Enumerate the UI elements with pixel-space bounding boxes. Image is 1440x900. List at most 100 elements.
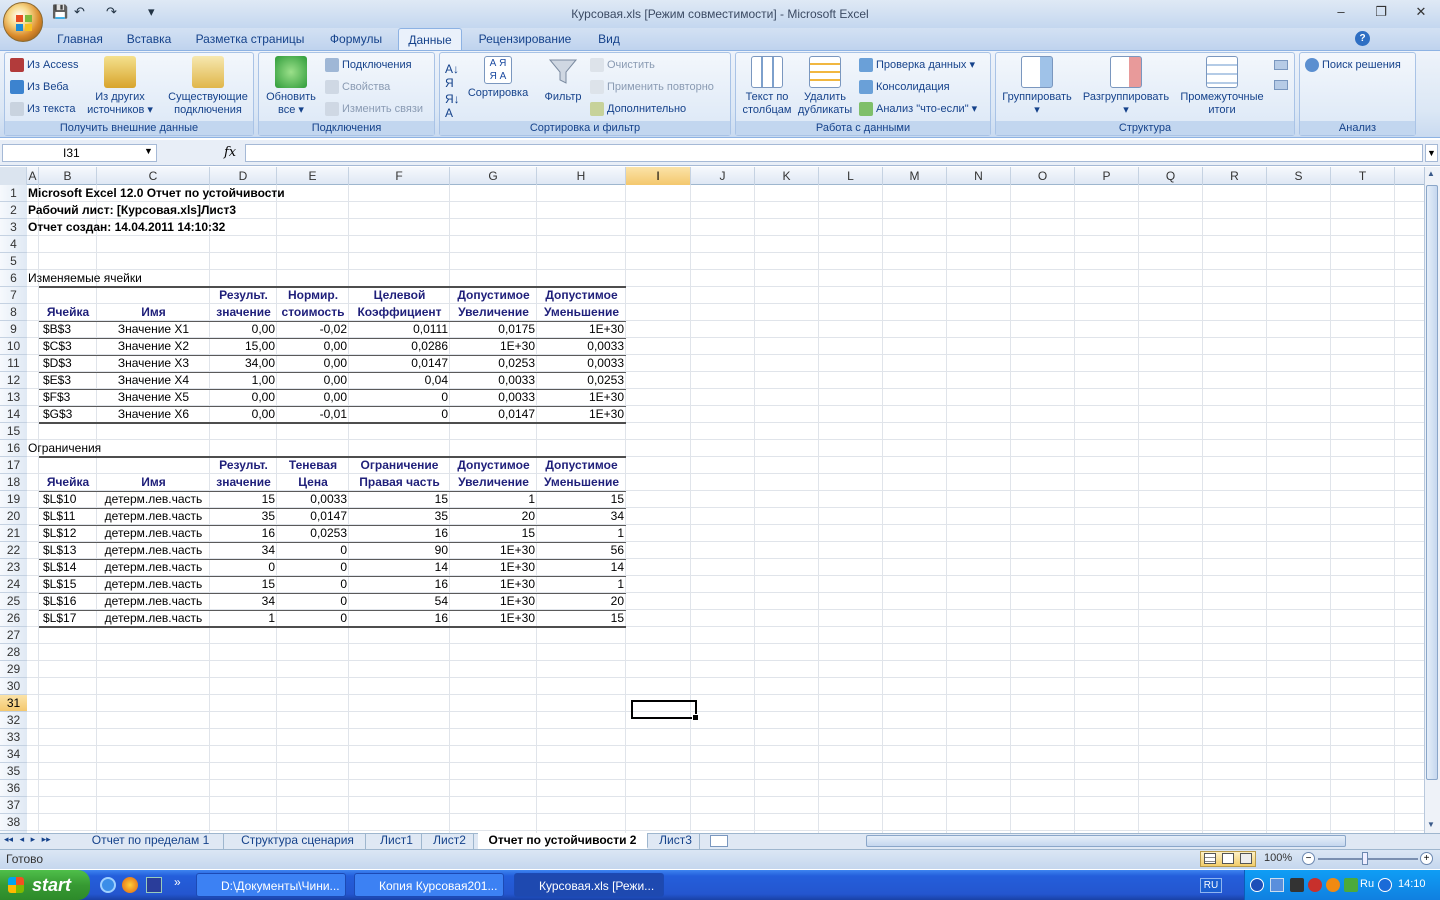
column-title[interactable]: Ячейка xyxy=(41,474,95,491)
table-cell[interactable]: 15 xyxy=(212,491,275,508)
start-button[interactable]: start xyxy=(0,870,90,900)
column-title[interactable]: Увеличение xyxy=(452,474,535,491)
report-title[interactable]: Microsoft Excel 12.0 Отчет по устойчивос… xyxy=(28,185,428,202)
table-cell[interactable]: $L$12 xyxy=(43,525,97,542)
table-cell[interactable]: 20 xyxy=(452,508,535,525)
next-sheet-icon[interactable]: ▸ xyxy=(31,834,36,844)
column-title[interactable]: Целевой xyxy=(351,287,448,304)
sheet-tab[interactable]: Лист2 xyxy=(426,833,474,849)
row-header[interactable]: 4 xyxy=(0,236,27,253)
table-cell[interactable]: 1E+30 xyxy=(452,610,535,627)
row-header[interactable]: 5 xyxy=(0,253,27,270)
office-button[interactable] xyxy=(3,2,43,42)
tab-insert[interactable]: Вставка xyxy=(118,28,180,50)
table-cell[interactable]: 0,0111 xyxy=(351,321,448,338)
consolidate-button[interactable]: Консолидация xyxy=(859,80,950,94)
column-header[interactable]: G xyxy=(450,167,537,185)
table-cell[interactable]: детерм.лев.часть xyxy=(99,508,208,525)
column-title[interactable]: Коэффициент xyxy=(351,304,448,321)
table-cell[interactable]: 15 xyxy=(539,610,624,627)
row-header[interactable]: 24 xyxy=(0,576,27,593)
row-header[interactable]: 36 xyxy=(0,780,27,797)
column-header[interactable]: A xyxy=(27,167,39,185)
ie-icon[interactable] xyxy=(100,877,116,893)
table-cell[interactable]: Значение X2 xyxy=(99,338,208,355)
subtotal-button[interactable]: Промежуточные итоги xyxy=(1176,56,1268,117)
table-cell[interactable]: 0,00 xyxy=(212,406,275,423)
row-header[interactable]: 18 xyxy=(0,474,27,491)
table-cell[interactable]: 0 xyxy=(279,593,347,610)
table-cell[interactable]: 15 xyxy=(351,491,448,508)
remove-duplicates-button[interactable]: Удалить дубликаты xyxy=(796,56,854,117)
column-title[interactable] xyxy=(99,457,208,474)
table-cell[interactable]: 1E+30 xyxy=(452,593,535,610)
table-cell[interactable]: 16 xyxy=(351,576,448,593)
table-cell[interactable]: 34 xyxy=(539,508,624,525)
table-cell[interactable]: 1E+30 xyxy=(452,542,535,559)
properties-button[interactable]: Свойства xyxy=(325,80,390,94)
table-cell[interactable]: $D$3 xyxy=(43,355,97,372)
column-title[interactable]: стоимость xyxy=(279,304,347,321)
table-cell[interactable]: 0 xyxy=(279,559,347,576)
column-title[interactable]: Уменьшение xyxy=(539,474,624,491)
app-icon[interactable] xyxy=(146,877,162,893)
row-header[interactable]: 23 xyxy=(0,559,27,576)
table-cell[interactable]: детерм.лев.часть xyxy=(99,525,208,542)
taskbar-item-excel[interactable]: Курсовая.xls [Режи... xyxy=(514,873,664,897)
column-header[interactable]: O xyxy=(1011,167,1075,185)
tray-icon[interactable] xyxy=(1290,878,1304,892)
tab-data[interactable]: Данные xyxy=(398,28,462,50)
zoom-in-icon[interactable]: + xyxy=(1420,852,1433,865)
help-icon[interactable]: ? xyxy=(1355,31,1370,46)
vertical-scroll-thumb[interactable] xyxy=(1426,185,1438,780)
name-box[interactable]: I31 xyxy=(2,144,157,162)
table-cell[interactable]: 0,0033 xyxy=(452,372,535,389)
table-cell[interactable]: 16 xyxy=(212,525,275,542)
tray-icon[interactable] xyxy=(1250,878,1264,892)
table-cell[interactable]: $L$16 xyxy=(43,593,97,610)
column-header[interactable]: S xyxy=(1267,167,1331,185)
row-header[interactable]: 11 xyxy=(0,355,27,372)
table-cell[interactable]: детерм.лев.часть xyxy=(99,610,208,627)
column-title[interactable]: Ячейка xyxy=(41,304,95,321)
page-break-view-icon[interactable] xyxy=(1240,853,1252,864)
column-title[interactable] xyxy=(41,287,95,304)
table-cell[interactable]: 0,00 xyxy=(212,389,275,406)
sort-button[interactable]: А ЯЯ А Сортировка xyxy=(464,56,532,100)
data-validation-button[interactable]: Проверка данных ▾ xyxy=(859,58,975,73)
column-header[interactable]: F xyxy=(349,167,450,185)
row-header[interactable]: 13 xyxy=(0,389,27,406)
sheet-nav-buttons[interactable]: ◂◂ ◂ ▸ ▸▸ xyxy=(4,834,51,845)
column-title[interactable]: значение xyxy=(212,304,275,321)
table-cell[interactable]: $L$14 xyxy=(43,559,97,576)
table-cell[interactable]: 20 xyxy=(539,593,624,610)
table-cell[interactable]: 0,0033 xyxy=(279,491,347,508)
column-header[interactable]: Q xyxy=(1139,167,1203,185)
report-created[interactable]: Отчет создан: 14.04.2011 14:10:32 xyxy=(28,219,428,236)
section-title[interactable]: Изменяемые ячейки xyxy=(28,270,228,287)
row-header[interactable]: 33 xyxy=(0,729,27,746)
table-cell[interactable]: 0 xyxy=(279,542,347,559)
table-cell[interactable]: $C$3 xyxy=(43,338,97,355)
restore-button[interactable]: ❐ xyxy=(1368,4,1394,20)
table-cell[interactable]: -0,02 xyxy=(279,321,347,338)
table-cell[interactable]: 34,00 xyxy=(212,355,275,372)
table-cell[interactable]: 0,0175 xyxy=(452,321,535,338)
insert-function-icon[interactable]: fx xyxy=(224,145,236,160)
table-cell[interactable]: $E$3 xyxy=(43,372,97,389)
tab-page-layout[interactable]: Разметка страницы xyxy=(186,28,314,50)
column-title[interactable]: значение xyxy=(212,474,275,491)
row-header[interactable]: 10 xyxy=(0,338,27,355)
sheet-tab[interactable]: Отчет по пределам 1 xyxy=(78,833,224,849)
table-cell[interactable]: детерм.лев.часть xyxy=(99,593,208,610)
column-header[interactable]: P xyxy=(1075,167,1139,185)
last-sheet-icon[interactable]: ▸▸ xyxy=(42,834,51,844)
tray-language[interactable]: Ru xyxy=(1360,878,1374,890)
table-cell[interactable]: Значение X1 xyxy=(99,321,208,338)
table-cell[interactable]: 0 xyxy=(351,389,448,406)
row-header[interactable]: 3 xyxy=(0,219,27,236)
scroll-down-icon[interactable]: ▼ xyxy=(1427,820,1435,829)
report-worksheet[interactable]: Рабочий лист: [Курсовая.xls]Лист3 xyxy=(28,202,428,219)
table-cell[interactable]: 0 xyxy=(279,576,347,593)
column-title[interactable]: Имя xyxy=(99,304,208,321)
